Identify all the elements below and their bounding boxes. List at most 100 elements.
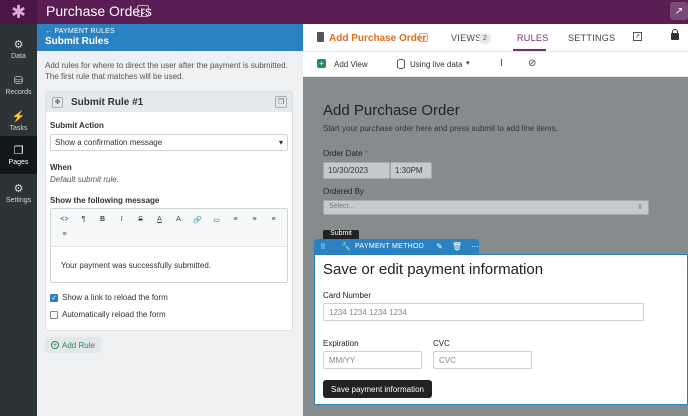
chevron-down-icon[interactable]: ▾ xyxy=(466,59,470,67)
cvc-label: CVC xyxy=(433,339,450,348)
message-label: Show the following message xyxy=(50,196,160,205)
active-tab-indicator xyxy=(513,49,546,51)
submit-action-label: Submit Action xyxy=(50,121,104,130)
payment-method-label: PAYMENT METHOD xyxy=(354,243,425,250)
order-time-input[interactable]: 1:30PM xyxy=(390,162,432,179)
link-icon[interactable]: 🔗 xyxy=(188,212,207,227)
page-icon xyxy=(317,32,324,42)
tab-settings[interactable]: SETTINGS xyxy=(568,33,615,43)
bold-icon[interactable]: B xyxy=(93,212,112,227)
move-icon[interactable]: ✥ xyxy=(52,96,63,108)
panel-description: Add rules for where to direct the user a… xyxy=(45,61,288,81)
app-title: Purchase Orders xyxy=(46,3,152,19)
submit-action-select[interactable]: Show a confirmation message ▾ xyxy=(50,134,288,151)
view-title: Add Purchase Order xyxy=(323,102,460,119)
rules-panel: ← PAYMENT RULES Submit Rules Add rules f… xyxy=(37,24,303,416)
add-view-button[interactable]: Add View xyxy=(334,60,368,69)
tab-rules[interactable]: RULES xyxy=(517,33,549,43)
payment-method-tab[interactable]: ⠿ 🔧 PAYMENT METHOD ✎ 🗑 ⋯ xyxy=(314,239,479,254)
add-rule-button[interactable]: + Add Rule xyxy=(45,337,101,353)
live-data-toggle[interactable]: Using live data xyxy=(410,60,462,69)
add-rule-label: Add Rule xyxy=(62,340,95,350)
numbered-list-icon[interactable]: ≡ xyxy=(245,212,264,227)
expiration-input[interactable]: MM/YY xyxy=(323,351,422,369)
edit-icon[interactable]: ✎ xyxy=(436,242,443,251)
strikethrough-icon[interactable]: S xyxy=(131,212,150,227)
checkbox-checked[interactable]: ✓ xyxy=(50,293,58,302)
align-icon[interactable]: ≡ xyxy=(264,212,283,227)
back-breadcrumb[interactable]: ← PAYMENT RULES xyxy=(45,28,303,35)
data-icon: ⚙ xyxy=(13,38,24,51)
code-icon[interactable]: <> xyxy=(55,212,74,227)
nav-item-data[interactable]: ⚙ Data xyxy=(0,32,37,66)
select-placeholder: Select... xyxy=(329,203,355,210)
top-bar: ✱ Purchase Orders ⌄ ↗ xyxy=(0,0,688,24)
checkbox-unchecked[interactable] xyxy=(50,310,58,319)
plus-icon[interactable]: + xyxy=(317,59,326,68)
bullet-list-icon[interactable]: ≡ xyxy=(226,212,245,227)
view-subtitle: Start your purchase order here and press… xyxy=(323,124,558,133)
payment-form: Save or edit payment information Card Nu… xyxy=(314,254,688,405)
nav-label: Pages xyxy=(8,158,29,166)
auto-reload-option[interactable]: Automatically reload the form xyxy=(50,310,288,319)
more-icon[interactable]: ⋯ xyxy=(471,242,479,251)
field-label: Order Date xyxy=(323,149,363,158)
external-link-icon[interactable]: ↗ xyxy=(670,2,688,20)
ordered-by-label: Ordered By xyxy=(323,187,364,196)
rule-card: ✥ Submit Rule #1 ❐ Submit Action Show a … xyxy=(45,91,293,331)
records-icon: ⛁ xyxy=(13,74,24,87)
left-nav: ⚙ Data ⛁ Records ⚡ Tasks ❐ Pages ⚙ Setti… xyxy=(0,24,37,416)
nav-label: Tasks xyxy=(9,124,28,132)
pages-icon: ❐ xyxy=(13,144,24,157)
card-number-input[interactable]: 1234 1234 1234 1234 xyxy=(323,303,644,321)
nav-label: Data xyxy=(11,52,26,60)
nav-item-records[interactable]: ⛁ Records xyxy=(0,68,37,102)
gear-icon: ⚙ xyxy=(13,182,24,195)
drag-handle-icon[interactable]: ⠿ xyxy=(317,243,329,251)
app-switch-chevron-icon[interactable]: ⌄ xyxy=(137,5,149,17)
tab-views[interactable]: VIEWS xyxy=(451,33,482,43)
nav-item-tasks[interactable]: ⚡ Tasks xyxy=(0,104,37,138)
paragraph-icon[interactable]: ¶ xyxy=(74,212,93,227)
app-logo-icon[interactable]: ✱ xyxy=(0,0,37,24)
rule-title: Submit Rule #1 xyxy=(71,96,144,108)
page-menu-chevron-icon[interactable]: ⌄ xyxy=(419,33,428,42)
lock-icon[interactable] xyxy=(671,29,679,40)
nav-item-settings[interactable]: ⚙ Settings xyxy=(0,176,37,210)
indent-icon[interactable]: ≡ xyxy=(55,227,74,242)
font-color-icon[interactable]: A xyxy=(150,212,169,227)
panel-header: ← PAYMENT RULES Submit Rules xyxy=(37,24,303,51)
panel-title: Submit Rules xyxy=(45,36,109,47)
message-editor[interactable]: <> ¶ B I S A A 🔗 ▭ ≡ ≡ ≡ ≡ Your payment … xyxy=(50,208,288,283)
nav-item-pages[interactable]: ❐ Pages xyxy=(0,136,37,174)
ordered-by-select[interactable]: Select... ⇕ xyxy=(323,200,649,215)
checkbox-label: Automatically reload the form xyxy=(62,310,166,319)
wrench-icon: 🔧 xyxy=(341,242,351,251)
save-payment-button[interactable]: Save payment information xyxy=(323,380,432,398)
lightning-icon: ⚡ xyxy=(11,110,26,123)
card-number-label: Card Number xyxy=(323,291,372,300)
checkbox-label: Show a link to reload the form xyxy=(62,293,168,302)
when-value: Default submit rule. xyxy=(50,175,119,184)
chevron-updown-icon: ⇕ xyxy=(637,204,643,211)
italic-icon[interactable]: I xyxy=(112,212,131,227)
trash-icon[interactable]: 🗑 xyxy=(452,242,462,251)
eye-off-icon[interactable]: ⊘ xyxy=(528,58,536,69)
chevron-down-icon: ▾ xyxy=(278,138,283,147)
payment-title: Save or edit payment information xyxy=(323,261,544,278)
editor-toolbar: <> ¶ B I S A A 🔗 ▭ ≡ ≡ ≡ ≡ xyxy=(51,209,287,247)
plus-circle-icon: + xyxy=(51,341,59,349)
cvc-input[interactable]: CVC xyxy=(433,351,532,369)
highlight-icon[interactable]: A xyxy=(169,212,188,227)
copy-icon[interactable]: ❐ xyxy=(275,96,287,108)
rule-header: ✥ Submit Rule #1 ❐ xyxy=(46,92,292,112)
page-name[interactable]: Add Purchase Order xyxy=(329,33,426,44)
external-link-icon[interactable]: ↗ xyxy=(633,32,642,41)
page-header: Add Purchase Order ⌄ VIEWS 2 RULES SETTI… xyxy=(303,24,688,52)
order-date-input[interactable]: 10/30/2023 xyxy=(323,162,390,179)
image-icon[interactable]: ▭ xyxy=(207,212,226,227)
message-text[interactable]: Your payment was successfully submitted. xyxy=(51,247,287,282)
reload-link-option[interactable]: ✓ Show a link to reload the form xyxy=(50,293,288,302)
database-icon xyxy=(397,59,405,69)
text-cursor-icon[interactable]: Ι xyxy=(500,58,503,69)
